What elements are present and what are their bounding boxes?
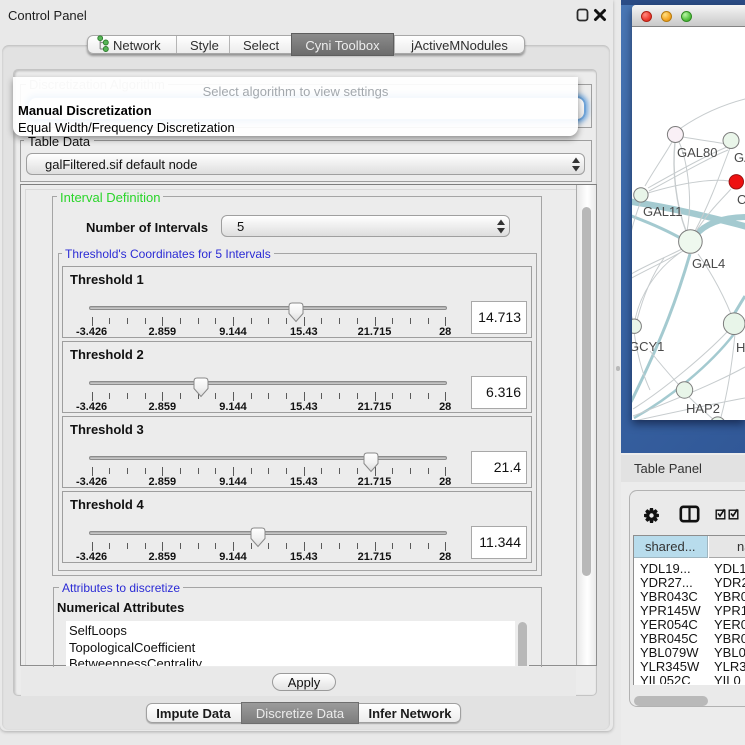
svg-text:C: C bbox=[737, 192, 745, 207]
svg-text:GAL11: GAL11 bbox=[643, 204, 683, 219]
svg-text:GAL80: GAL80 bbox=[677, 145, 717, 160]
svg-text:GAL4: GAL4 bbox=[692, 256, 725, 271]
svg-text:H: H bbox=[736, 340, 745, 355]
svg-text:GCY1: GCY1 bbox=[632, 339, 664, 354]
svg-text:HAP2: HAP2 bbox=[686, 401, 720, 416]
svg-text:GA: GA bbox=[734, 150, 745, 165]
